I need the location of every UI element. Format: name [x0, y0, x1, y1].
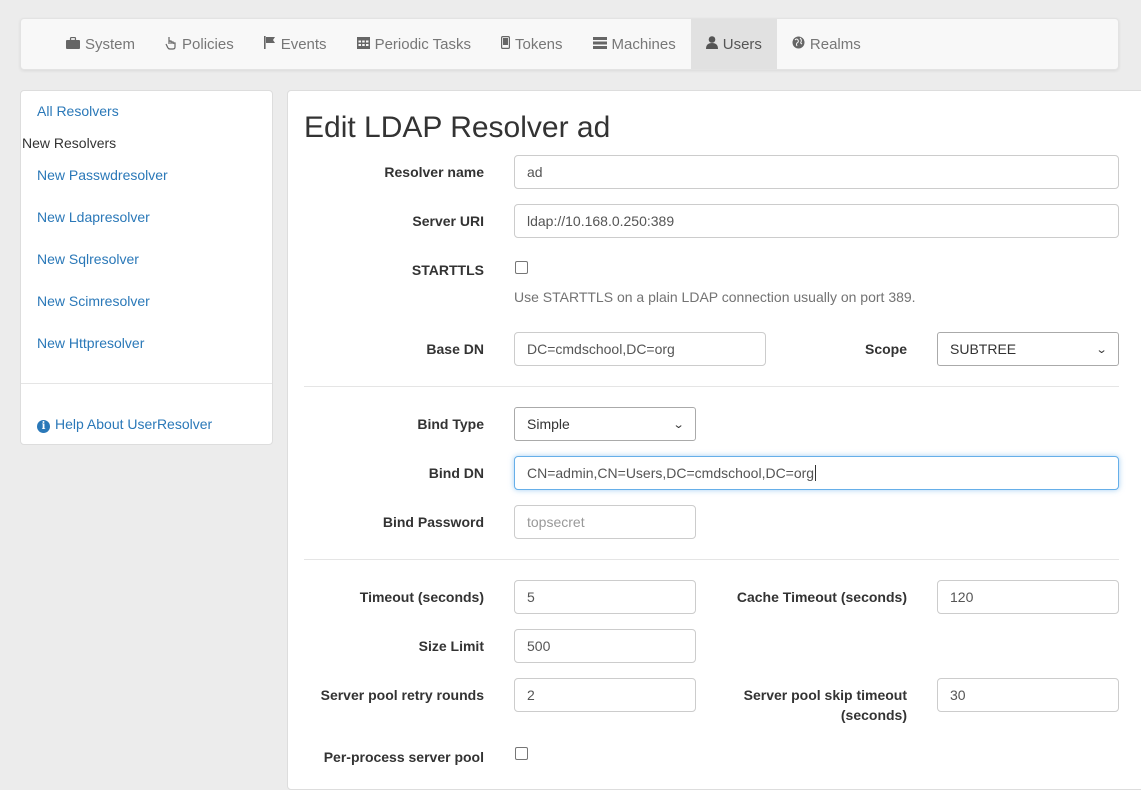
- help-link-label: Help About UserResolver: [55, 416, 213, 432]
- server-pool-skip-timeout-label: Server pool skip timeout: [743, 687, 907, 703]
- bind-dn-input[interactable]: CN=admin,CN=Users,DC=cmdschool,DC=org: [514, 456, 1119, 490]
- chevron-down-icon: ⌄: [672, 418, 685, 431]
- sidebar-divider: [21, 383, 272, 384]
- bind-type-select-value: Simple: [527, 416, 570, 432]
- sidebar-link-new-passwdresolver[interactable]: New Passwdresolver: [37, 167, 168, 183]
- nav-item-label: Policies: [182, 35, 234, 53]
- nav-item-users[interactable]: Users: [690, 19, 777, 69]
- scope-select[interactable]: SUBTREE ⌄: [937, 332, 1119, 366]
- starttls-help-text: Use STARTTLS on a plain LDAP connection …: [514, 289, 916, 305]
- sidebar-link-new-sqlresolver[interactable]: New Sqlresolver: [37, 251, 139, 267]
- server-pool-skip-timeout-label-unit: (seconds): [840, 707, 907, 723]
- server-uri-input[interactable]: ldap://10.168.0.250:389: [514, 204, 1119, 238]
- nav-item-system[interactable]: System: [51, 19, 150, 69]
- nav-item-label: Users: [722, 35, 762, 53]
- help-about-userresolver-link[interactable]: i Help About UserResolver: [37, 416, 212, 433]
- base-dn-input[interactable]: DC=cmdschool,DC=org: [514, 332, 766, 366]
- bind-type-label: Bind Type: [417, 416, 484, 432]
- cache-timeout-input[interactable]: 120: [937, 580, 1119, 614]
- form-divider: [304, 559, 1119, 560]
- sidebar-link-all-resolvers[interactable]: All Resolvers: [37, 103, 119, 119]
- size-limit-label: Size Limit: [418, 638, 484, 654]
- nav-item-label: Events: [280, 35, 327, 53]
- page-title: Edit LDAP Resolver ad: [304, 111, 611, 144]
- form-divider: [304, 386, 1119, 387]
- nav-item-label: Periodic Tasks: [374, 35, 471, 53]
- info-icon: i: [37, 420, 50, 433]
- size-limit-input[interactable]: 500: [514, 629, 696, 663]
- bind-dn-value: CN=admin,CN=Users,DC=cmdschool,DC=org: [527, 465, 815, 481]
- scope-select-value: SUBTREE: [950, 341, 1017, 357]
- starttls-label: STARTTLS: [411, 262, 484, 278]
- server-pool-retry-rounds-input[interactable]: 2: [514, 678, 696, 712]
- scope-label: Scope: [864, 341, 907, 357]
- flag-icon: [263, 36, 276, 52]
- tasks-icon: [592, 36, 607, 52]
- per-process-server-pool-label: Per-process server pool: [323, 749, 484, 765]
- server-uri-label: Server URI: [412, 213, 484, 229]
- nav-item-label: Machines: [611, 35, 676, 53]
- briefcase-icon: [66, 36, 80, 52]
- per-process-server-pool-checkbox[interactable]: [515, 747, 528, 760]
- server-pool-retry-rounds-label: Server pool retry rounds: [320, 687, 484, 703]
- top-navbar: System Policies Events Periodic Tasks To…: [20, 18, 1119, 70]
- resolver-name-label: Resolver name: [384, 164, 484, 180]
- resolver-name-input[interactable]: ad: [514, 155, 1119, 189]
- user-icon: [705, 36, 718, 52]
- sidebar-link-new-scimresolver[interactable]: New Scimresolver: [37, 293, 150, 309]
- cache-timeout-label: Cache Timeout (seconds): [736, 589, 907, 605]
- nav-menu: System Policies Events Periodic Tasks To…: [21, 19, 1118, 69]
- timeout-label: Timeout (seconds): [359, 589, 484, 605]
- nav-item-realms[interactable]: Realms: [777, 19, 876, 69]
- bind-type-select[interactable]: Simple ⌄: [514, 407, 696, 441]
- resolver-sidebar: All Resolvers New Resolvers New Passwdre…: [20, 90, 273, 445]
- nav-item-periodic-tasks[interactable]: Periodic Tasks: [342, 19, 486, 69]
- sidebar-heading-new-resolvers: New Resolvers: [22, 135, 117, 151]
- calendar-icon: [356, 36, 370, 52]
- text-caret: [815, 465, 817, 481]
- sidebar-link-new-httpresolver[interactable]: New Httpresolver: [37, 335, 144, 351]
- nav-item-label: Realms: [809, 35, 861, 53]
- nav-item-label: System: [85, 35, 136, 53]
- bind-password-label: Bind Password: [382, 514, 484, 530]
- chevron-down-icon: ⌄: [1095, 343, 1108, 356]
- nav-item-events[interactable]: Events: [249, 19, 342, 69]
- edit-resolver-panel: Edit LDAP Resolver ad Resolver name ad S…: [287, 90, 1141, 790]
- sidebar-link-new-ldapresolver[interactable]: New Ldapresolver: [37, 209, 150, 225]
- nav-item-label: Tokens: [515, 35, 563, 53]
- starttls-checkbox[interactable]: [515, 261, 528, 274]
- base-dn-label: Base DN: [426, 341, 484, 357]
- bind-password-input[interactable]: topsecret: [514, 505, 696, 539]
- bind-dn-label: Bind DN: [428, 465, 484, 481]
- server-pool-skip-timeout-input[interactable]: 30: [937, 678, 1119, 712]
- nav-item-tokens[interactable]: Tokens: [486, 19, 578, 69]
- phone-icon: [501, 36, 511, 52]
- hand-pointer-icon: [165, 36, 177, 53]
- globe-icon: [792, 36, 805, 52]
- nav-item-policies[interactable]: Policies: [150, 19, 249, 69]
- timeout-input[interactable]: 5: [514, 580, 696, 614]
- nav-item-machines[interactable]: Machines: [578, 19, 691, 69]
